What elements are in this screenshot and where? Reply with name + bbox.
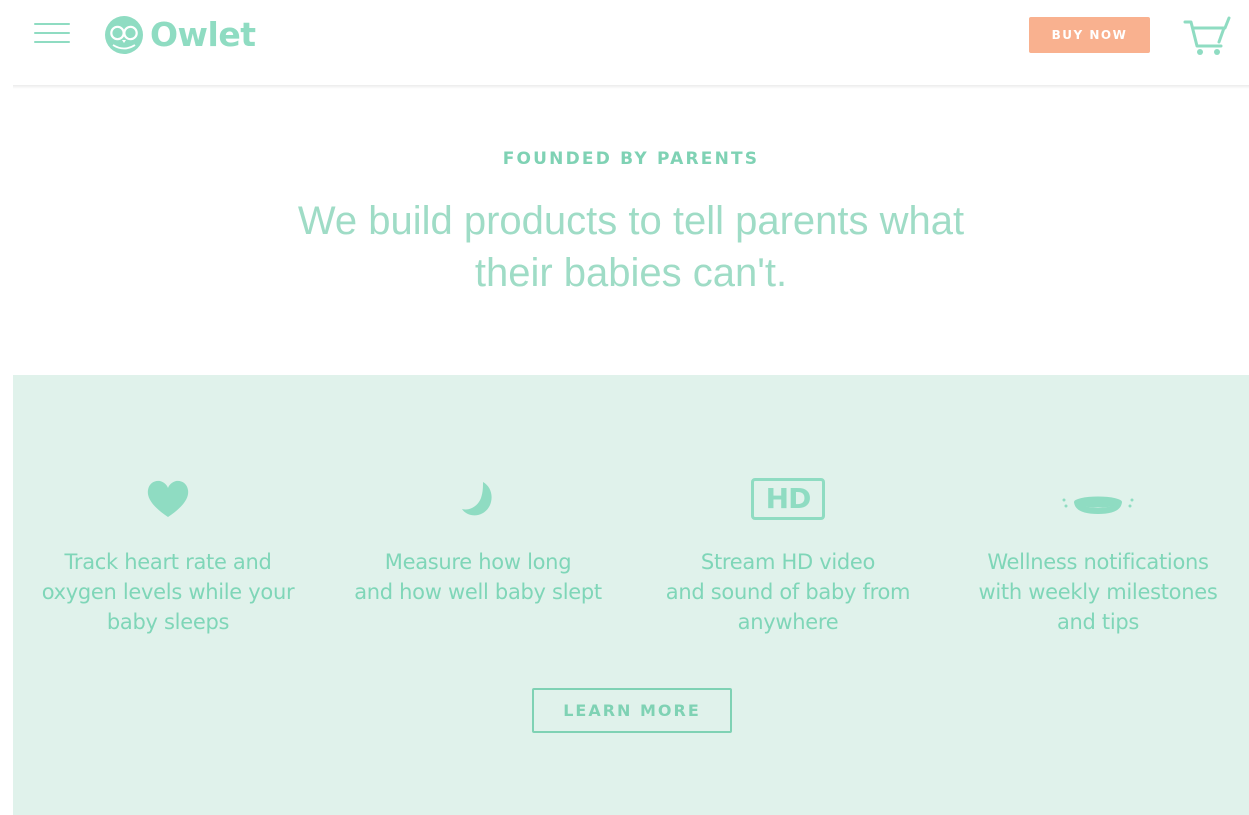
feature-hd-video: HD Stream HD video and sound of baby fro… xyxy=(633,375,943,675)
feature-line: Wellness notifications xyxy=(987,550,1209,574)
feature-line: and tips xyxy=(1056,610,1140,634)
feature-line: and sound of baby from xyxy=(665,580,911,604)
feature-text: Wellness notifications with weekly miles… xyxy=(943,547,1249,637)
owlet-logo[interactable]: Owlet xyxy=(102,11,256,57)
feature-line: anywhere xyxy=(737,610,839,634)
hamburger-icon[interactable] xyxy=(34,22,70,46)
tagline-line: We build products to tell parents what xyxy=(297,199,965,243)
tagline-line: their babies can't. xyxy=(474,251,788,295)
feature-line: Stream HD video xyxy=(700,550,876,574)
owl-icon xyxy=(105,16,143,54)
feature-line: oxygen levels while your xyxy=(41,580,295,604)
feature-wellness: Wellness notifications with weekly miles… xyxy=(943,375,1249,675)
feature-line: and how well baby slept xyxy=(354,580,602,604)
learn-more-button[interactable]: LEARN MORE xyxy=(532,688,732,733)
feature-line: baby sleeps xyxy=(106,610,230,634)
site-header: Owlet BUY NOW xyxy=(0,0,1249,86)
hd-icon: HD xyxy=(751,478,825,520)
menu-line xyxy=(34,41,70,43)
feature-line: with weekly milestones xyxy=(978,580,1218,604)
cart-icon[interactable] xyxy=(1183,16,1231,58)
moon-icon xyxy=(462,482,492,516)
feature-line: Track heart rate and xyxy=(64,550,272,574)
feature-heart-rate: Track heart rate and oxygen levels while… xyxy=(13,375,323,675)
founded-eyebrow: FOUNDED BY PARENTS xyxy=(502,149,760,169)
feature-sleep: Measure how long and how well baby slept xyxy=(323,375,633,675)
brand-name: Owlet xyxy=(150,14,256,54)
hero-tagline: We build products to tell parents what t… xyxy=(0,195,1249,299)
menu-line xyxy=(34,32,70,34)
feature-text: Measure how long and how well baby slept xyxy=(323,547,633,607)
base-station-icon xyxy=(1062,496,1134,514)
menu-line xyxy=(34,23,70,25)
header-divider xyxy=(13,85,1249,89)
feature-text: Track heart rate and oxygen levels while… xyxy=(13,547,323,637)
heart-icon xyxy=(147,480,189,517)
feature-text: Stream HD video and sound of baby from a… xyxy=(633,547,943,637)
feature-line: Measure how long xyxy=(384,550,572,574)
buy-now-button[interactable]: BUY NOW xyxy=(1029,17,1150,53)
features-section: Track heart rate and oxygen levels while… xyxy=(13,375,1249,815)
hd-icon-text: HD xyxy=(765,482,812,515)
